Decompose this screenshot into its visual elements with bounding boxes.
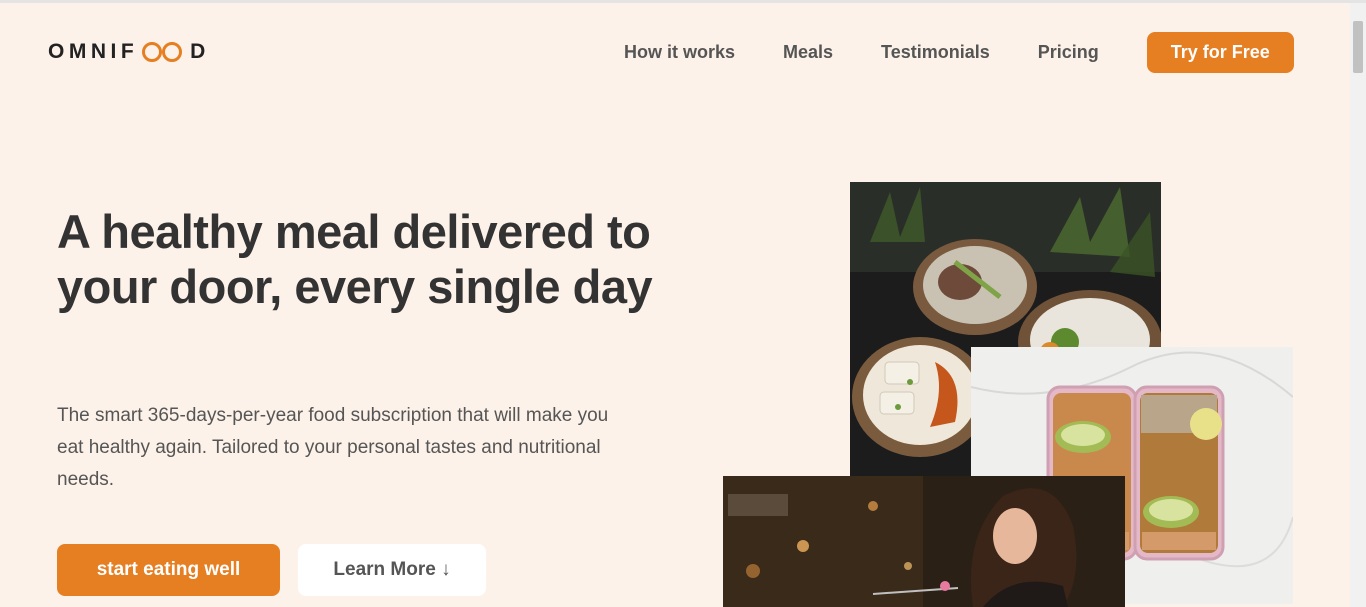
logo-text-end: D	[190, 40, 210, 63]
hero-title: A healthy meal delivered to your door, e…	[57, 205, 653, 313]
nav-how-it-works[interactable]: How it works	[624, 42, 735, 63]
page-scrollbar[interactable]	[1350, 3, 1366, 607]
omnifood-logo[interactable]: OMNIF D	[48, 40, 210, 64]
nav-meals[interactable]: Meals	[783, 42, 833, 63]
nav-pricing[interactable]: Pricing	[1038, 42, 1099, 63]
woman-eating-photo	[723, 476, 1125, 607]
learn-more-button[interactable]: Learn More ↓	[298, 544, 486, 596]
try-for-free-button[interactable]: Try for Free	[1146, 32, 1294, 73]
main-nav: How it works Meals Testimonials Pricing …	[600, 32, 1294, 73]
nav-testimonials[interactable]: Testimonials	[881, 42, 990, 63]
browser-top-border	[0, 0, 1366, 3]
hero-description: The smart 365-days-per-year food subscri…	[57, 405, 609, 490]
scrollbar-thumb[interactable]	[1353, 21, 1363, 73]
logo-text-start: OMNIF	[48, 40, 139, 63]
infinity-loop-icon	[142, 42, 183, 62]
start-eating-well-button[interactable]: start eating well	[57, 544, 280, 596]
